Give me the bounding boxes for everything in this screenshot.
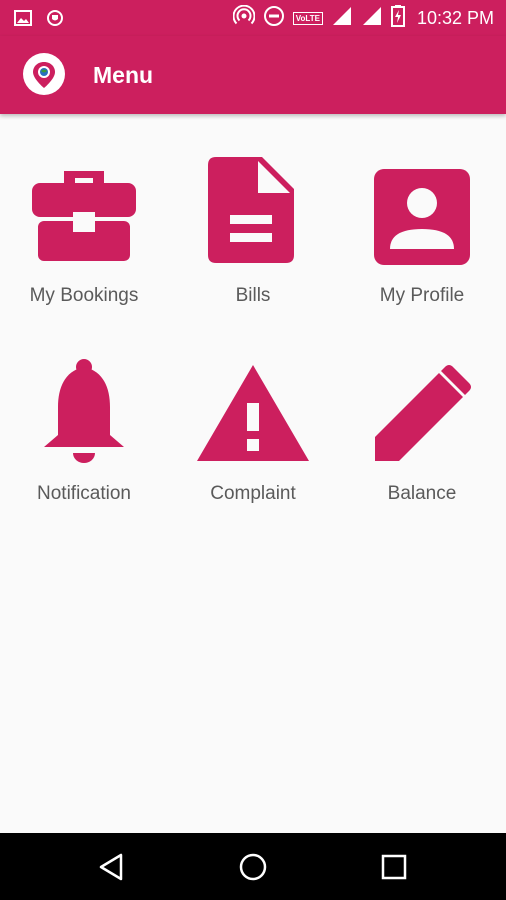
recents-button[interactable] [378,851,410,883]
menu-item-label: My Profile [379,285,465,306]
signal-icon [361,5,383,32]
status-bar: VoLTE 10:32 PM [0,0,506,36]
home-button[interactable] [237,851,269,883]
menu-item-my-profile[interactable]: My Profile [338,145,506,315]
warning-icon [197,365,309,461]
bell-icon [44,359,124,463]
battery-charging-icon [390,4,405,32]
menu-item-my-bookings[interactable]: My Bookings [0,145,168,315]
dnd-icon [263,5,285,32]
app-logo[interactable] [23,53,65,95]
navigation-bar [0,833,506,900]
home-icon [239,853,267,881]
briefcase-icon [32,171,136,261]
pencil-icon [375,365,471,461]
menu-item-label: Balance [387,483,457,504]
back-button[interactable] [97,851,129,883]
shield-icon [46,9,64,32]
page-title: Menu [93,62,154,88]
recents-icon [381,854,407,880]
volte-badge: VoLTE [292,11,323,25]
menu-item-notification[interactable]: Notification [0,343,168,513]
back-icon [99,853,123,881]
menu-item-label: Complaint [210,483,296,504]
status-time: 10:32 PM [416,7,494,28]
menu-item-label: My Bookings [29,285,139,306]
menu-item-bills[interactable]: Bills [169,145,337,315]
signal-icon [331,5,353,32]
location-pin-globe-icon [33,62,55,88]
account-box-icon [374,169,470,265]
hotspot-icon [232,4,256,32]
document-icon [208,157,294,263]
menu-item-balance[interactable]: Balance [338,343,506,513]
image-icon [14,9,32,32]
menu-item-label: Notification [37,483,131,504]
app-bar: Menu [0,36,506,114]
menu-item-complaint[interactable]: Complaint [169,343,337,513]
menu-item-label: Bills [235,285,271,306]
